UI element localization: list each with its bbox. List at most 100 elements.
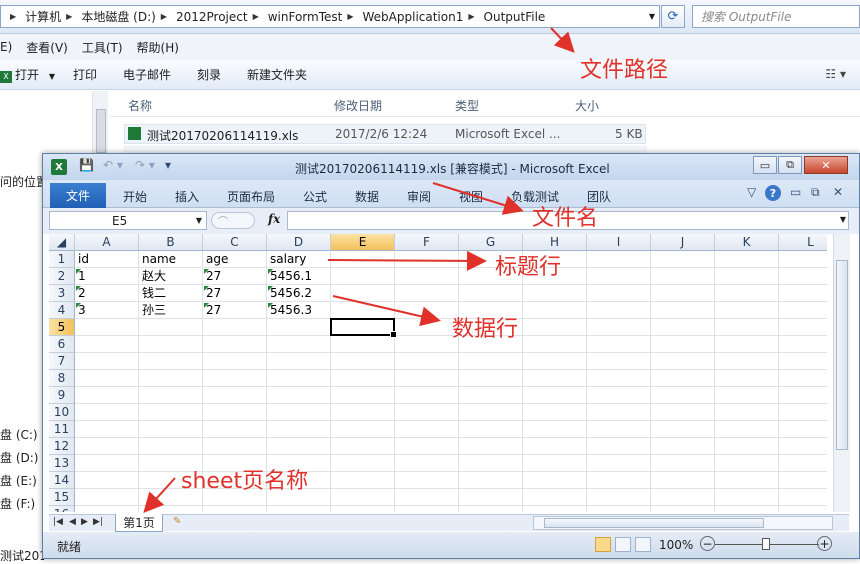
- restore-workbook-icon[interactable]: ⧉: [811, 185, 820, 200]
- menu-help[interactable]: 帮助(H): [137, 39, 179, 56]
- nav-scrollbar[interactable]: [92, 91, 108, 159]
- tab-formulas[interactable]: 公式: [303, 188, 327, 205]
- cell-b1[interactable]: name: [139, 251, 203, 268]
- row-header-14[interactable]: 14: [49, 472, 75, 489]
- tab-page-layout[interactable]: 页面布局: [227, 188, 275, 205]
- nav-scroll-thumb[interactable]: [96, 109, 106, 153]
- menu-view[interactable]: 查看(V): [26, 39, 68, 56]
- chevron-down-icon[interactable]: ▼: [196, 216, 202, 225]
- close-button[interactable]: ✕: [804, 156, 848, 174]
- address-box[interactable]: ▶ 计算机 ▶ 本地磁盘 (D:) ▶ 2012Project ▶ winFormTe…: [0, 5, 660, 28]
- tab-home[interactable]: 开始: [123, 188, 147, 205]
- row-header-12[interactable]: 12: [49, 438, 75, 455]
- row-header-16[interactable]: 16: [49, 506, 75, 512]
- breadcrumb-2012project[interactable]: 2012Project ▶: [176, 10, 266, 24]
- cell-c4[interactable]: 27: [203, 302, 267, 319]
- vertical-scrollbar[interactable]: [833, 234, 850, 512]
- column-header-d[interactable]: D: [267, 234, 331, 251]
- cell-c2[interactable]: 27: [203, 268, 267, 285]
- menu-tools[interactable]: 工具(T): [82, 39, 123, 56]
- column-modified[interactable]: 修改日期: [334, 97, 382, 114]
- cell-a2[interactable]: 1: [75, 268, 139, 285]
- zoom-out-button[interactable]: −: [700, 536, 715, 551]
- insert-sheet-icon[interactable]: ✎: [173, 516, 181, 527]
- first-sheet-icon[interactable]: |◀: [53, 517, 63, 527]
- customize-qat-icon[interactable]: ▾: [165, 158, 171, 172]
- minimize-workbook-icon[interactable]: ▭: [790, 185, 801, 199]
- redo-icon[interactable]: ↷ ▾: [135, 158, 155, 172]
- prev-sheet-icon[interactable]: ◀: [69, 517, 76, 527]
- vertical-scroll-thumb[interactable]: [836, 260, 848, 450]
- cell-b3[interactable]: 钱二: [139, 285, 203, 302]
- column-header-c[interactable]: C: [203, 234, 267, 251]
- row-header-3[interactable]: 3: [49, 285, 75, 302]
- cell-a4[interactable]: 3: [75, 302, 139, 319]
- row-header-13[interactable]: 13: [49, 455, 75, 472]
- selected-cell-e5[interactable]: [330, 318, 397, 338]
- nav-recent-places[interactable]: 问的位置: [0, 173, 48, 190]
- column-header-i[interactable]: I: [587, 234, 651, 251]
- row-header-11[interactable]: 11: [49, 421, 75, 438]
- row-header-4[interactable]: 4: [49, 302, 75, 319]
- new-folder-button[interactable]: 新建文件夹: [247, 66, 307, 83]
- row-header-9[interactable]: 9: [49, 387, 75, 404]
- cell-d2[interactable]: 5456.1: [267, 268, 331, 285]
- search-input[interactable]: 搜索 OutputFile: [692, 5, 860, 28]
- cell-b4[interactable]: 孙三: [139, 302, 203, 319]
- column-header-f[interactable]: F: [395, 234, 459, 251]
- last-sheet-icon[interactable]: ▶|: [93, 517, 103, 527]
- nav-drive-d[interactable]: 盘 (D:): [0, 449, 38, 466]
- column-header-l[interactable]: L: [779, 234, 827, 251]
- nav-drive-e[interactable]: 盘 (E:): [0, 472, 37, 489]
- tab-data[interactable]: 数据: [355, 188, 379, 205]
- column-name[interactable]: 名称: [128, 97, 152, 114]
- next-sheet-icon[interactable]: ▶: [81, 517, 88, 527]
- row-header-7[interactable]: 7: [49, 353, 75, 370]
- row-header-10[interactable]: 10: [49, 404, 75, 421]
- column-size[interactable]: 大小: [575, 97, 599, 114]
- horizontal-scroll-thumb[interactable]: [544, 518, 764, 528]
- email-button[interactable]: 电子邮件: [123, 66, 171, 83]
- cell-c1[interactable]: age: [203, 251, 267, 268]
- cell-a3[interactable]: 2: [75, 285, 139, 302]
- insert-function-icon[interactable]: fx: [268, 212, 280, 226]
- column-type[interactable]: 类型: [455, 97, 479, 114]
- cell-d3[interactable]: 5456.2: [267, 285, 331, 302]
- name-box[interactable]: E5 ▼: [49, 211, 207, 230]
- select-all-corner[interactable]: ◢: [49, 234, 75, 251]
- cell-c3[interactable]: 27: [203, 285, 267, 302]
- column-header-e[interactable]: E: [331, 234, 395, 251]
- breadcrumb-winformtest[interactable]: winFormTest ▶: [268, 10, 361, 24]
- page-break-view-button[interactable]: [635, 537, 651, 552]
- tab-view[interactable]: 视图: [459, 188, 483, 205]
- breadcrumb-outputfile[interactable]: OutputFile: [484, 10, 546, 24]
- row-header-15[interactable]: 15: [49, 489, 75, 506]
- open-button[interactable]: X 打开 ▼: [0, 66, 55, 83]
- breadcrumb-webapplication1[interactable]: WebApplication1 ▶: [363, 10, 482, 24]
- expand-formula-icon[interactable]: ▼: [840, 215, 846, 224]
- breadcrumb-drive-d[interactable]: 本地磁盘 (D:) ▶: [81, 8, 174, 25]
- cell-d4[interactable]: 5456.3: [267, 302, 331, 319]
- zoom-slider-thumb[interactable]: [762, 538, 770, 550]
- maximize-button[interactable]: ⧉: [778, 156, 802, 174]
- tab-insert[interactable]: 插入: [175, 188, 199, 205]
- view-options-icon[interactable]: ☷ ▾: [825, 67, 846, 81]
- print-button[interactable]: 打印: [73, 66, 97, 83]
- refresh-button[interactable]: ⟳: [661, 5, 685, 28]
- row-header-2[interactable]: 2: [49, 268, 75, 285]
- normal-view-button[interactable]: [595, 537, 611, 552]
- breadcrumb-root-arrow[interactable]: ▶: [5, 12, 23, 21]
- zoom-in-button[interactable]: +: [817, 536, 832, 551]
- horizontal-scrollbar[interactable]: [533, 516, 833, 530]
- row-header-8[interactable]: 8: [49, 370, 75, 387]
- menu-edit[interactable]: E): [0, 40, 12, 54]
- nav-drive-c[interactable]: 盘 (C:): [0, 426, 38, 443]
- column-header-a[interactable]: A: [75, 234, 139, 251]
- cell-d1[interactable]: salary: [267, 251, 331, 268]
- zoom-level[interactable]: 100%: [659, 538, 693, 552]
- cell-a1[interactable]: id: [75, 251, 139, 268]
- column-header-j[interactable]: J: [651, 234, 715, 251]
- nav-drive-f[interactable]: 盘 (F:): [0, 495, 35, 512]
- row-header-1[interactable]: 1: [49, 251, 75, 268]
- minimize-ribbon-icon[interactable]: ▽: [747, 185, 756, 199]
